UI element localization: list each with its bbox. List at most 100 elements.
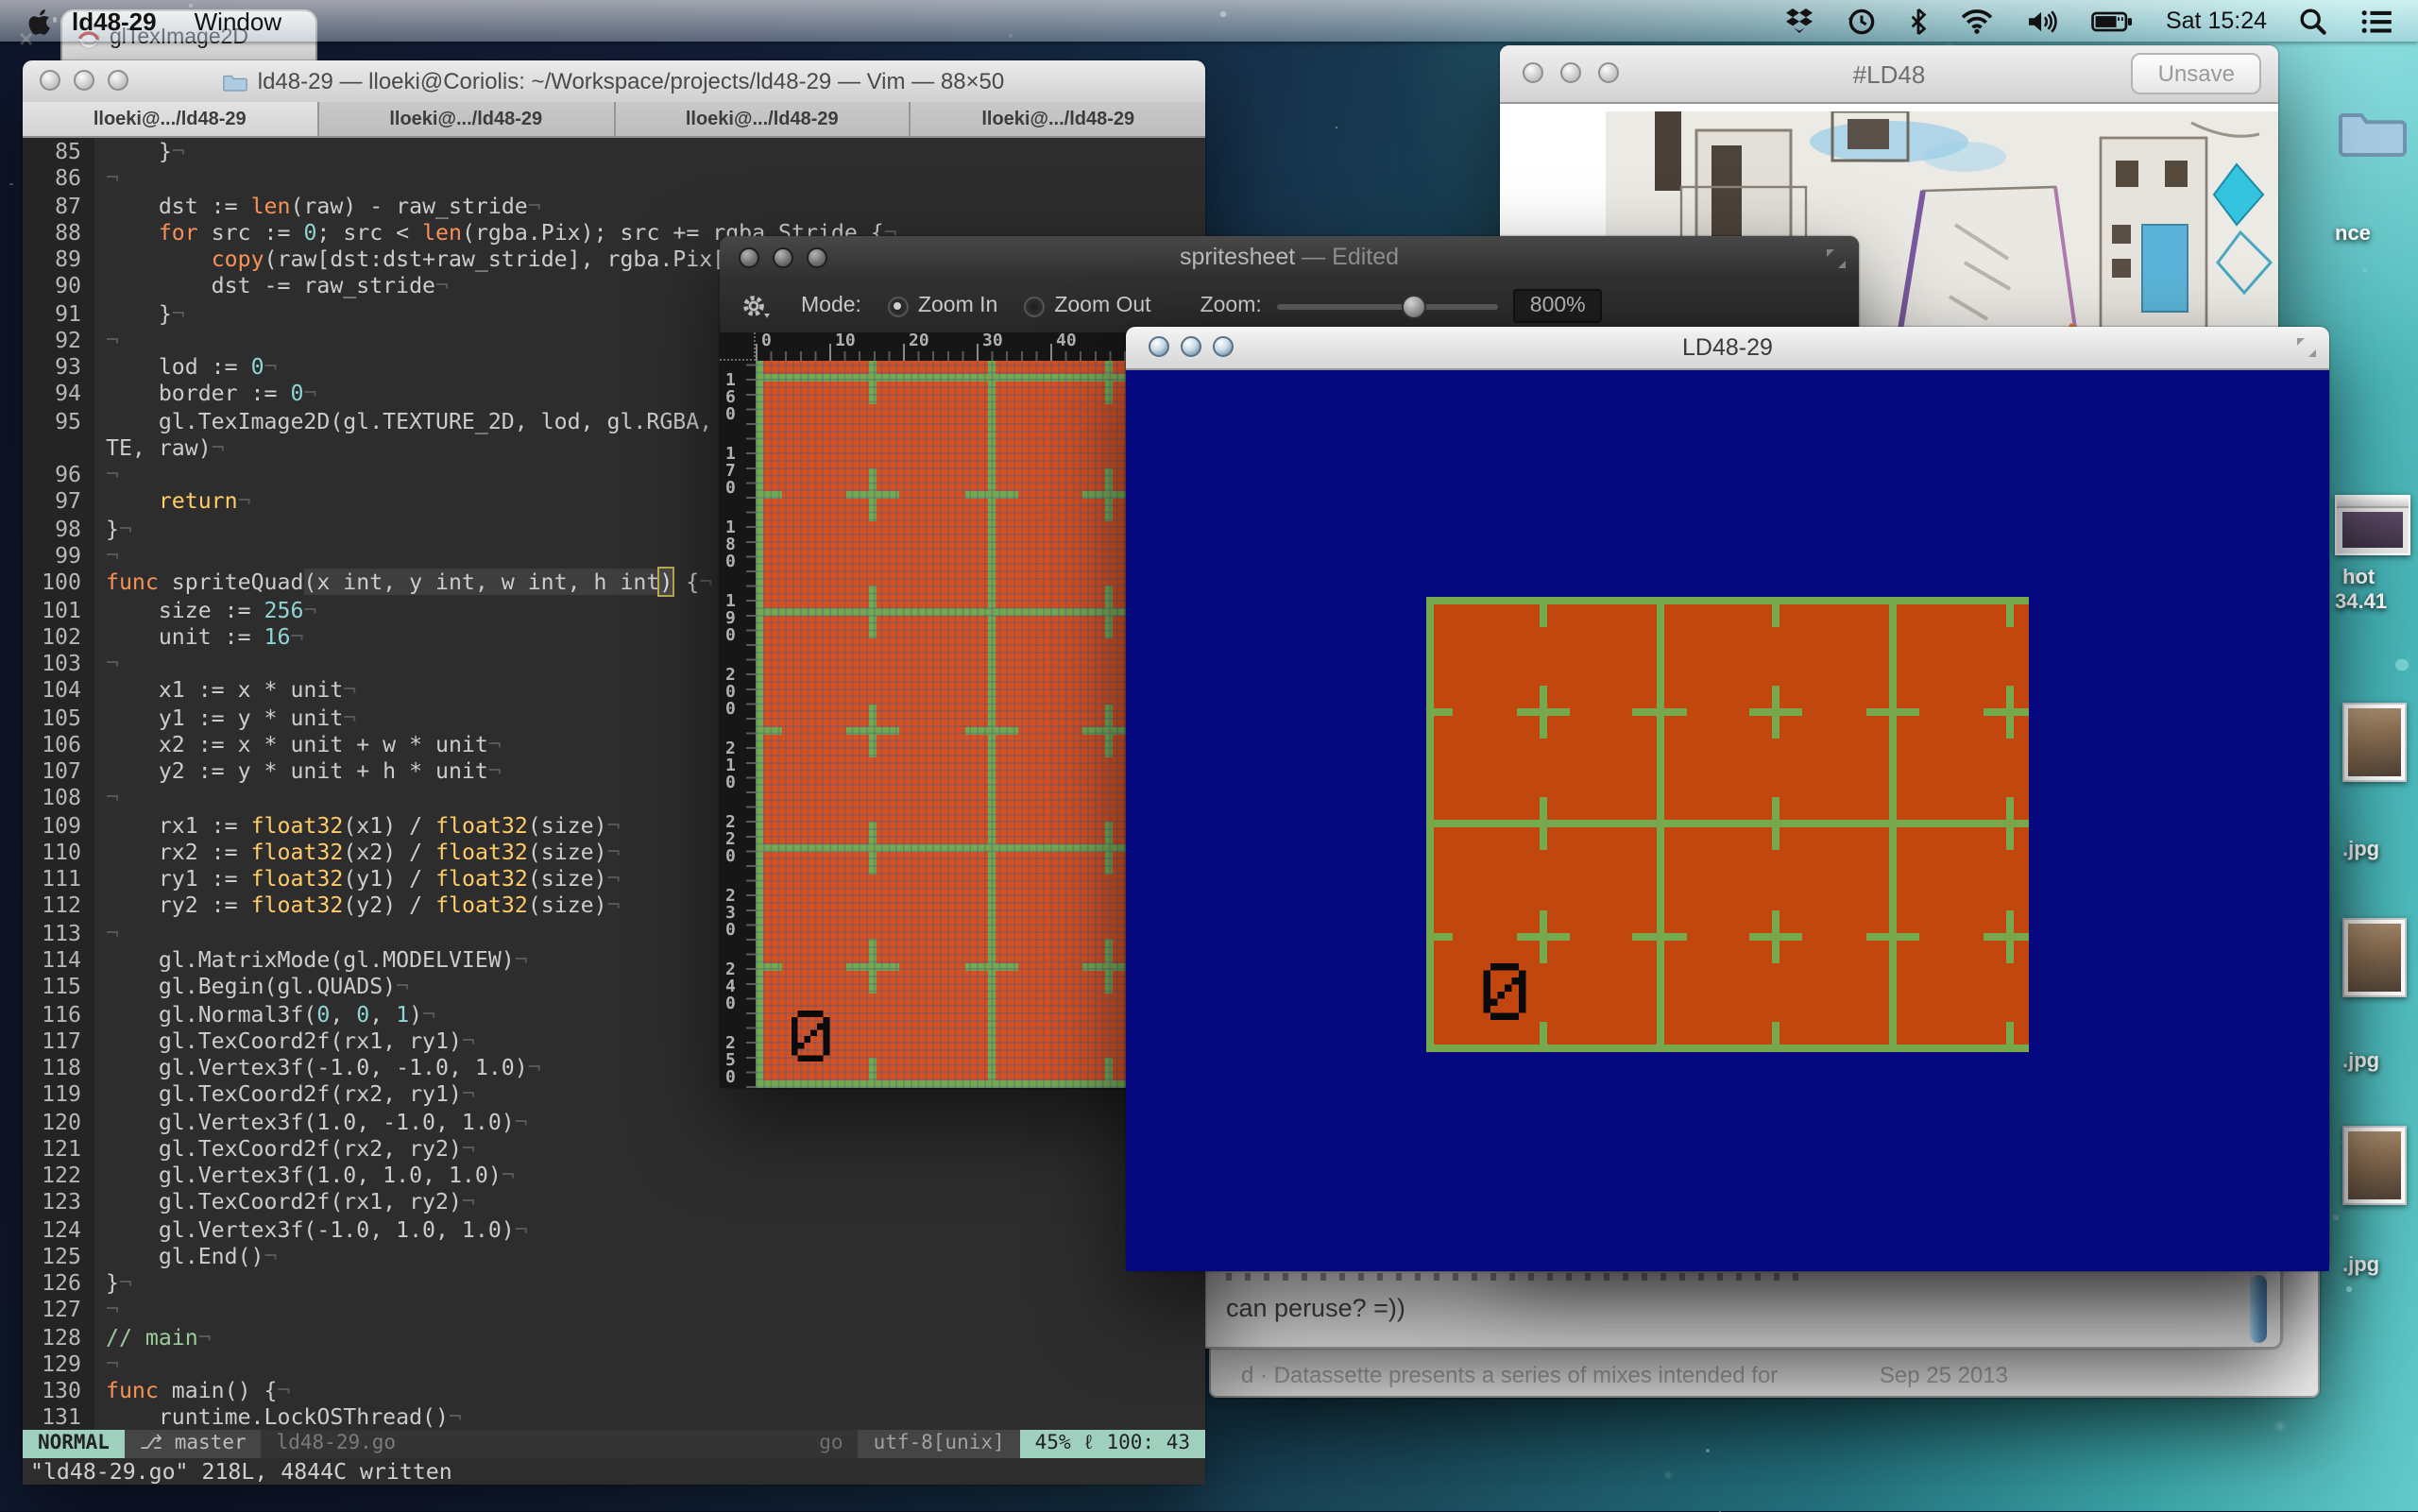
code-segment: ry1 := [106, 865, 251, 892]
line-code: func main() {¬ [94, 1377, 290, 1404]
code-segment: float32 [251, 839, 344, 865]
apple-menu-icon[interactable] [26, 6, 53, 36]
battery-icon[interactable] [2092, 10, 2134, 31]
menu-item-window[interactable]: Window [195, 7, 282, 35]
spritesheet-titlebar[interactable]: spritesheet — Edited [720, 236, 1859, 281]
line-code: y2 := y * unit + h * unit¬ [94, 757, 502, 785]
photo-file-icon[interactable] [2342, 1126, 2407, 1205]
code-segment: gl.Vertex3f(-1.0, 1.0, 1.0) [106, 1215, 515, 1242]
wifi-icon[interactable] [1962, 8, 1994, 33]
code-segment: } [106, 1269, 119, 1296]
game-window: LD48-29 [1126, 327, 2329, 1271]
ruler-major-tick [1050, 344, 1052, 361]
vim-line: 120 gl.Vertex3f(1.0, -1.0, 1.0)¬ [23, 1108, 1205, 1135]
ruler-major-tick [977, 344, 979, 361]
desktop-icon-label[interactable]: hot [2342, 567, 2375, 589]
code-segment: ¬ [198, 1323, 212, 1350]
code-segment: ¬ [396, 973, 409, 999]
code-segment: ) [409, 1000, 422, 1027]
texture-grid-mark [1633, 932, 1686, 940]
star-dot [1665, 1473, 1670, 1478]
chat-titlebar[interactable]: #LD48 Unsave [1500, 45, 2278, 104]
zoom-in-radio[interactable] [888, 296, 909, 316]
game-viewport[interactable] [1126, 370, 2329, 1271]
code-segment: ¬ [106, 327, 119, 353]
folder-icon[interactable] [2339, 106, 2407, 168]
code-segment: ¬ [106, 461, 119, 487]
texture-grid-mark [1426, 597, 1453, 604]
line-code: ¬ [94, 461, 119, 488]
texture-grid-mark [1426, 1045, 1453, 1052]
ruler-major-tick [903, 344, 905, 361]
zoom-in-label[interactable]: Zoom In [918, 295, 997, 317]
desktop-icon-label[interactable]: .jpg [2342, 1050, 2379, 1073]
unsave-button[interactable]: Unsave [2132, 53, 2261, 94]
spotlight-icon[interactable] [2299, 7, 2327, 35]
line-number: 91 [23, 299, 94, 327]
bluetooth-icon[interactable] [1911, 7, 1928, 35]
menu-app-name[interactable]: ld48-29 [72, 7, 157, 35]
ruler-h-label: 40 [1056, 332, 1077, 351]
line-number: 116 [23, 1000, 94, 1028]
code-segment: ¬ [106, 650, 119, 676]
vim-line: 86¬ [23, 165, 1205, 193]
desktop-icon-label[interactable]: 34.41 [2335, 591, 2387, 614]
line-code: unit := 16¬ [94, 623, 303, 651]
menu-bar: ld48-29 Window Sat 15:24 [0, 0, 2418, 42]
fullscreen-icon[interactable] [1825, 247, 1848, 270]
line-number: 94 [23, 381, 94, 408]
code-segment [106, 246, 212, 272]
zoom-slider[interactable] [1277, 303, 1498, 309]
terminal-tab[interactable]: lloeki@.../ld48-29 [911, 102, 1206, 136]
terminal-tab[interactable]: lloeki@.../ld48-29 [23, 102, 319, 136]
line-code: TE, raw)¬ [94, 434, 225, 462]
menu-clock[interactable]: Sat 15:24 [2166, 8, 2267, 34]
scrollbar-thumb[interactable] [2250, 1275, 2267, 1343]
code-segment: gl.TexCoord2f(rx2, ry1) [106, 1081, 462, 1108]
code-segment: unit := [106, 623, 264, 650]
screenshot-file-icon[interactable] [2335, 495, 2410, 555]
desktop-icon-label[interactable]: .jpg [2342, 839, 2379, 861]
code-segment: border := [106, 381, 290, 407]
terminal-titlebar[interactable]: ld48-29 — lloeki@Coriolis: ~/Workspace/p… [23, 60, 1205, 104]
terminal-tab[interactable]: lloeki@.../ld48-29 [319, 102, 616, 136]
desktop-icon-label[interactable]: nce [2335, 223, 2371, 246]
texture-grid-mark [1984, 932, 2030, 940]
line-code: x2 := x * unit + w * unit¬ [94, 731, 502, 758]
ruler-v-label: 2 0 0 [725, 669, 736, 720]
gear-action-icon[interactable] [741, 292, 771, 320]
zoom-slider-knob[interactable] [1402, 294, 1426, 318]
notification-center-icon[interactable] [2361, 8, 2392, 33]
code-segment: } [106, 515, 119, 541]
line-number: 115 [23, 973, 94, 1000]
line-code: ry2 := float32(y2) / float32(size)¬ [94, 892, 621, 920]
line-number: 128 [23, 1323, 94, 1351]
line-number: 127 [23, 1297, 94, 1324]
line-number: 95 [23, 407, 94, 434]
line-code: ¬ [94, 919, 119, 946]
code-segment: 0 [316, 1000, 330, 1027]
zoom-out-radio[interactable] [1024, 296, 1045, 316]
code-segment: ¬ [106, 165, 119, 192]
photo-file-icon[interactable] [2342, 703, 2407, 782]
desktop-icon-label[interactable]: .jpg [2342, 1254, 2379, 1277]
code-segment: (x1) / [343, 811, 435, 838]
dropbox-icon[interactable] [1786, 8, 1814, 34]
line-number: 100 [23, 569, 94, 597]
photo-file-icon[interactable] [2342, 918, 2407, 997]
line-number: 108 [23, 785, 94, 812]
game-titlebar[interactable]: LD48-29 [1126, 327, 2329, 370]
code-segment: for [106, 219, 198, 246]
texture-grid-mark [1633, 1045, 1686, 1052]
star-dot [2364, 269, 2368, 273]
zoom-out-label[interactable]: Zoom Out [1054, 295, 1150, 317]
terminal-tab[interactable]: lloeki@.../ld48-29 [615, 102, 911, 136]
texture-grid-mark [1516, 1045, 1569, 1052]
time-machine-icon[interactable] [1848, 7, 1877, 35]
line-number: 102 [23, 623, 94, 651]
code-segment: , [330, 1000, 356, 1027]
code-segment: ¬ [488, 731, 502, 757]
fullscreen-icon[interactable] [2295, 336, 2318, 359]
volume-icon[interactable] [2028, 8, 2058, 33]
line-number: 97 [23, 488, 94, 516]
